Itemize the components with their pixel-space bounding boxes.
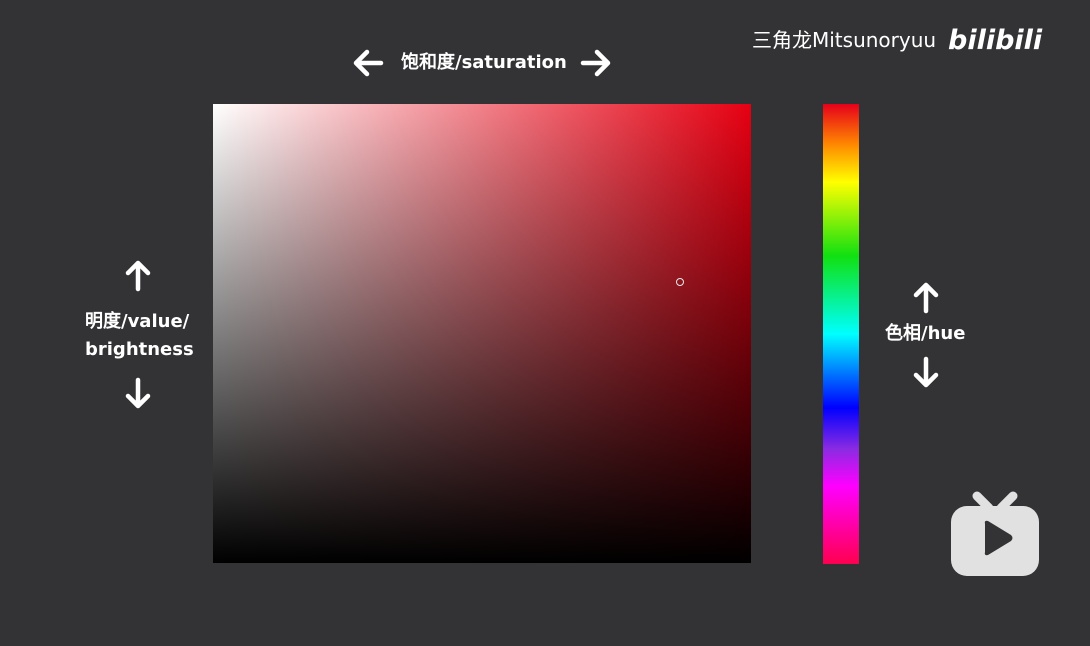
- color-picker-diagram: 三角龙Mitsunoryuu bilibili 饱和度/saturation 明…: [0, 0, 1090, 646]
- svg-text:bilibili: bilibili: [948, 25, 1043, 56]
- value-label-line1: 明度/value/: [85, 311, 190, 332]
- saturation-value-square[interactable]: [213, 104, 751, 563]
- bilibili-logo-icon: bilibili: [948, 18, 1044, 58]
- watermark-author: 三角龙Mitsunoryuu: [752, 27, 937, 52]
- watermark: 三角龙Mitsunoryuu bilibili: [752, 18, 1044, 58]
- arrow-down-icon: [122, 377, 154, 409]
- hue-label: 色相/hue: [885, 323, 966, 344]
- arrow-right-icon: [580, 47, 612, 79]
- arrow-left-icon: [352, 47, 384, 79]
- saturation-label: 饱和度/saturation: [401, 52, 567, 73]
- hue-slider[interactable]: [823, 104, 859, 564]
- bilibili-tv-icon: [949, 490, 1041, 578]
- color-cursor[interactable]: [676, 278, 684, 286]
- arrow-up-icon: [910, 282, 942, 314]
- arrow-down-icon: [910, 356, 942, 388]
- value-label-line2: brightness: [85, 339, 194, 360]
- arrow-up-icon: [122, 260, 154, 292]
